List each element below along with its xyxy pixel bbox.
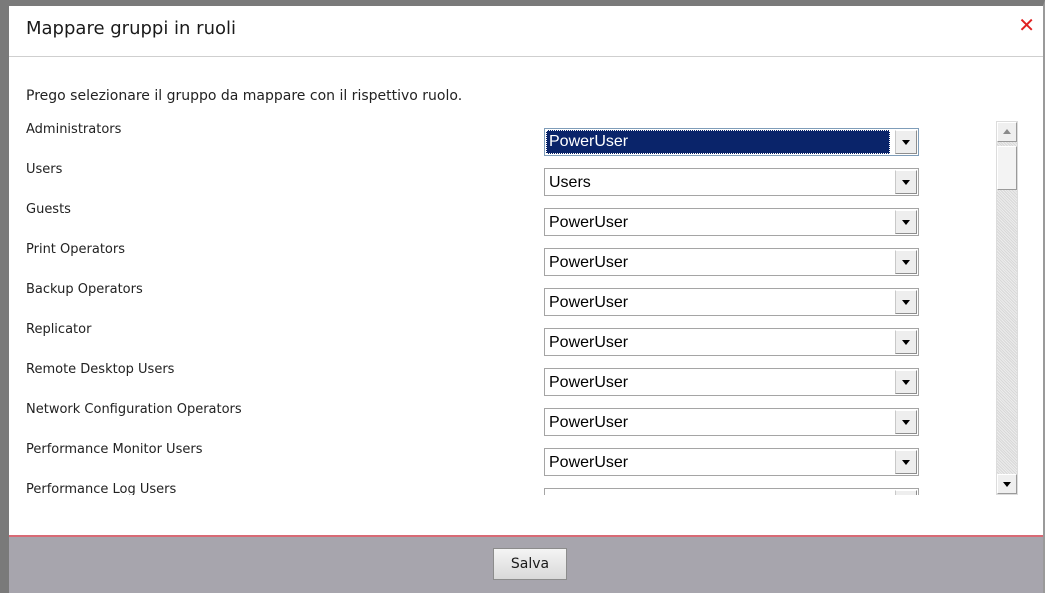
role-select[interactable]: PowerUser <box>544 288 919 316</box>
mapping-row: Users Users <box>9 158 1009 198</box>
role-select-value: PowerUser <box>549 454 629 471</box>
group-label: Performance Monitor Users <box>26 442 203 457</box>
close-icon[interactable]: ✕ <box>1018 15 1035 35</box>
dropdown-arrow-icon[interactable] <box>895 290 917 314</box>
save-button[interactable]: Salva <box>493 548 567 580</box>
role-select[interactable]: PowerUser <box>544 208 919 236</box>
role-select-value: Users <box>549 174 591 191</box>
scroll-thumb[interactable] <box>997 146 1017 190</box>
group-label: Guests <box>26 202 71 217</box>
dropdown-arrow-icon[interactable] <box>895 250 917 274</box>
dialog-titlebar: Mappare gruppi in ruoli ✕ <box>9 6 1043 57</box>
dropdown-arrow-icon[interactable] <box>895 130 917 154</box>
role-select-value: PowerUser <box>549 214 629 231</box>
group-label: Replicator <box>26 322 92 337</box>
scroll-down-arrow-icon[interactable] <box>997 474 1017 494</box>
role-select-value: PowerUser <box>549 254 629 271</box>
group-label: Network Configuration Operators <box>26 402 242 417</box>
mapping-row: Backup Operators PowerUser <box>9 278 1009 318</box>
mapping-list: Administrators PowerUser Users Users Guests P… <box>9 118 1009 495</box>
dialog-title: Mappare gruppi in ruoli <box>26 18 237 39</box>
mapping-row: Print Operators PowerUser <box>9 238 1009 278</box>
role-select-value: PowerUser <box>546 130 890 154</box>
group-label: Performance Log Users <box>26 482 177 495</box>
dialog-footer: Salva <box>9 535 1043 593</box>
scroll-up-arrow-icon[interactable] <box>997 122 1017 142</box>
dropdown-arrow-icon[interactable] <box>895 450 917 474</box>
dropdown-arrow-icon[interactable] <box>895 170 917 194</box>
role-select[interactable]: PowerUser <box>544 408 919 436</box>
role-select-value: PowerUser <box>549 334 629 351</box>
mapping-row: Remote Desktop Users PowerUser <box>9 358 1009 398</box>
role-select[interactable]: Users <box>544 168 919 196</box>
dropdown-arrow-icon[interactable] <box>895 210 917 234</box>
role-select-value: PowerUser <box>549 294 629 311</box>
dropdown-arrow-icon[interactable] <box>895 490 917 495</box>
mapping-row: Replicator PowerUser <box>9 318 1009 358</box>
group-label: Users <box>26 162 63 177</box>
intro-text: Prego selezionare il gruppo da mappare c… <box>26 88 463 104</box>
dropdown-arrow-icon[interactable] <box>895 370 917 394</box>
role-select-value: PowerUser <box>549 414 629 431</box>
mapping-row: Network Configuration Operators PowerUser <box>9 398 1009 438</box>
mapping-row: Guests PowerUser <box>9 198 1009 238</box>
role-select[interactable]: PowerUser <box>544 328 919 356</box>
role-select-value: PowerUser <box>549 494 628 495</box>
group-label: Backup Operators <box>26 282 143 297</box>
group-label: Administrators <box>26 122 122 137</box>
vertical-scrollbar[interactable] <box>996 121 1018 495</box>
role-select[interactable]: PowerUser <box>544 128 919 156</box>
role-select[interactable]: PowerUser <box>544 448 919 476</box>
map-groups-dialog: Mappare gruppi in ruoli ✕ Prego selezion… <box>0 0 1045 593</box>
role-select[interactable]: PowerUser <box>544 488 919 495</box>
mapping-row: Administrators PowerUser <box>9 118 1009 158</box>
role-select[interactable]: PowerUser <box>544 248 919 276</box>
group-label: Remote Desktop Users <box>26 362 175 377</box>
dropdown-arrow-icon[interactable] <box>895 330 917 354</box>
group-label: Print Operators <box>26 242 125 257</box>
role-select[interactable]: PowerUser <box>544 368 919 396</box>
role-select-value: PowerUser <box>549 374 629 391</box>
dropdown-arrow-icon[interactable] <box>895 410 917 434</box>
mapping-row: Performance Log Users PowerUser <box>9 478 1009 495</box>
mapping-row: Performance Monitor Users PowerUser <box>9 438 1009 478</box>
